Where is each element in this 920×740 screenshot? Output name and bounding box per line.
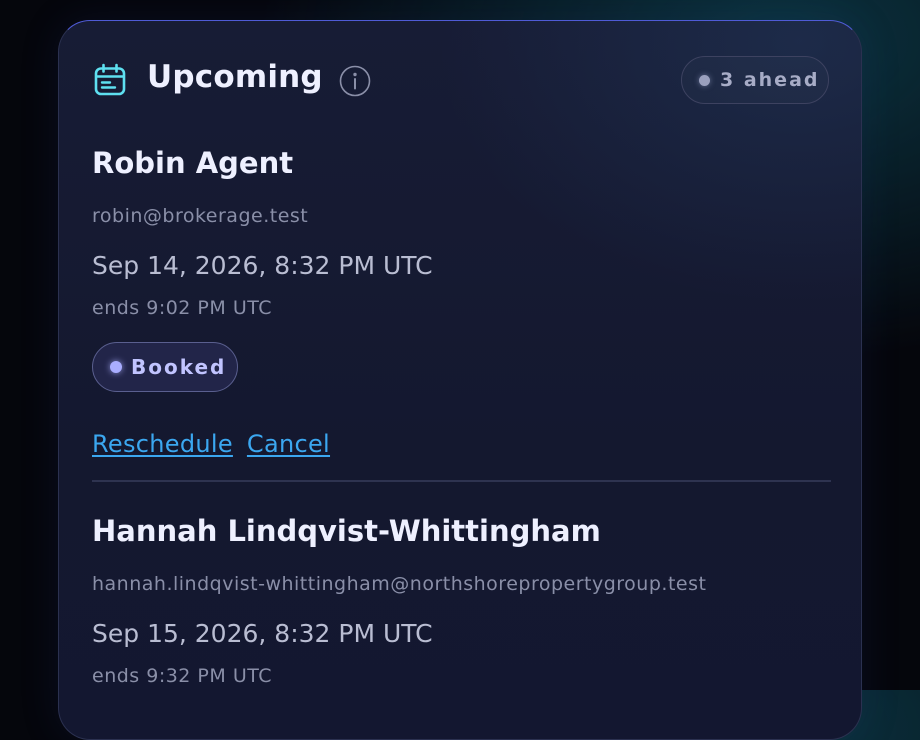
upcoming-count-label: 3 ahead [720, 69, 820, 91]
item-divider [92, 480, 831, 482]
status-dot [699, 75, 710, 86]
upcoming-card: Upcoming 3 ahead Robin Agent robin@broke… [58, 20, 862, 740]
status-label: Booked [131, 355, 227, 379]
calendar-icon [94, 63, 126, 96]
attendee-name: Robin Agent [92, 146, 294, 180]
appointment-item: Hannah Lindqvist-Whittingham hannah.lind… [92, 514, 832, 734]
attendee-email: robin@brokerage.test [92, 205, 309, 227]
info-icon[interactable] [339, 65, 371, 97]
appointment-datetime: Sep 14, 2026, 8:32 PM UTC [92, 251, 433, 280]
card-title: Upcoming [147, 59, 323, 95]
appointment-end-time: ends 9:02 PM UTC [92, 297, 272, 319]
reschedule-link[interactable]: Reschedule [92, 430, 233, 458]
status-dot [110, 361, 122, 373]
attendee-email: hannah.lindqvist-whittingham@northshorep… [92, 573, 707, 595]
appointment-actions: Reschedule Cancel [92, 430, 344, 458]
card-header: Upcoming 3 ahead [59, 21, 861, 141]
appointment-datetime: Sep 15, 2026, 8:32 PM UTC [92, 619, 433, 648]
appointment-item: Robin Agent robin@brokerage.test Sep 14,… [92, 146, 832, 486]
status-badge: Booked [92, 342, 238, 392]
attendee-name: Hannah Lindqvist-Whittingham [92, 514, 601, 548]
upcoming-count-badge: 3 ahead [681, 56, 829, 104]
cancel-link[interactable]: Cancel [247, 430, 330, 458]
appointment-end-time: ends 9:32 PM UTC [92, 665, 272, 687]
